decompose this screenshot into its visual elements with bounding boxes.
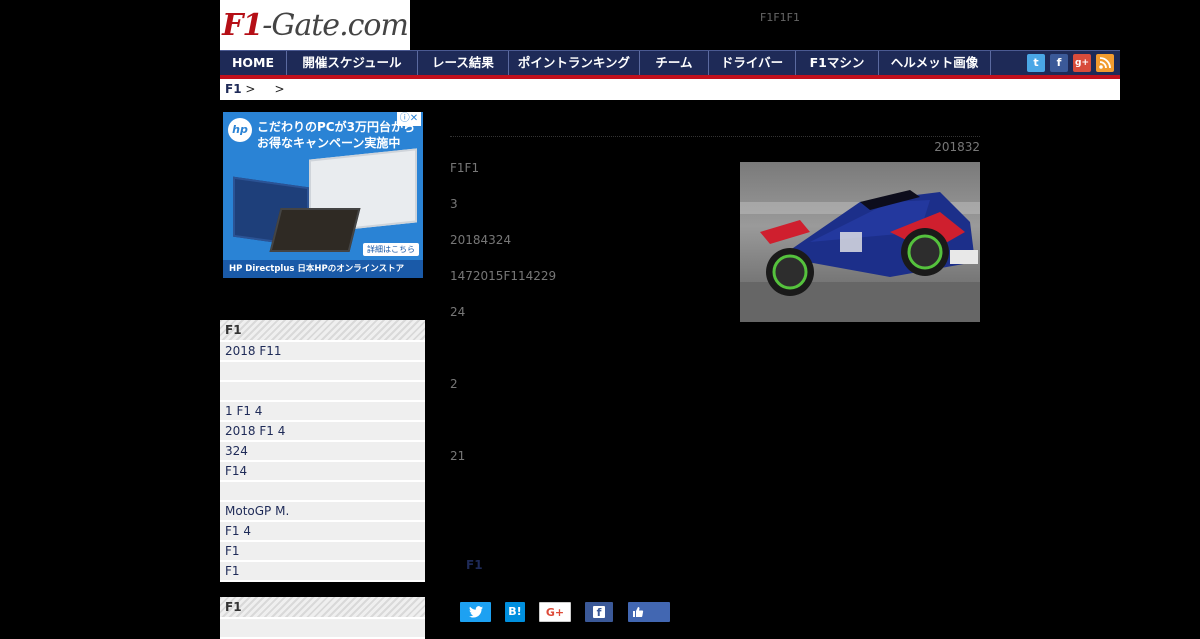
page-wrapper: F1-Gate.com F1F1F1 HOME 開催スケジュール レース結果 ポ…: [220, 0, 1120, 639]
share-facebook-button[interactable]: f: [585, 602, 613, 622]
sidebar-link[interactable]: 2018 F11: [220, 342, 425, 362]
nav-team[interactable]: チーム: [640, 51, 709, 75]
breadcrumb-sep: >: [274, 82, 285, 96]
ad-subline: お得なキャンペーン実施中: [257, 136, 401, 150]
nav-schedule[interactable]: 開催スケジュール: [287, 51, 418, 75]
sidebar-link[interactable]: MotoGP M.: [220, 502, 425, 522]
article-date: 201832: [934, 140, 980, 154]
facebook-like-button[interactable]: [628, 602, 670, 622]
sidebar-link[interactable]: 1 F1 4: [220, 402, 425, 422]
site-tagline: F1F1F1: [760, 11, 800, 24]
article-paragraph: F1F1: [450, 161, 480, 175]
article-paragraph: 2: [450, 377, 458, 391]
rss-icon[interactable]: [1096, 54, 1114, 72]
twitter-icon[interactable]: t: [1027, 54, 1045, 72]
facebook-icon[interactable]: f: [1050, 54, 1068, 72]
sidebar-link[interactable]: [220, 382, 425, 402]
article-paragraph: 20184324: [450, 233, 512, 247]
nav-results[interactable]: レース結果: [418, 51, 509, 75]
breadcrumb: F1 > >: [220, 79, 1120, 100]
sidebar-link[interactable]: 324: [220, 442, 425, 462]
divider: [450, 136, 980, 137]
breadcrumb-root[interactable]: F1: [225, 82, 242, 96]
nav-helmet[interactable]: ヘルメット画像: [879, 51, 991, 75]
sidebar-link[interactable]: 2018 F1 4: [220, 422, 425, 442]
sidebar-box: F1 2018 F11 1 F1 4 2018 F1 4 324 F14 Mot…: [220, 320, 425, 582]
article-paragraph: 21: [450, 449, 466, 463]
ad-detail-button[interactable]: 詳細はこちら: [363, 243, 419, 256]
logo-f1: F1: [222, 7, 263, 43]
google-plus-icon[interactable]: g+: [1073, 54, 1091, 72]
logo-gate: -Gate.com: [262, 7, 409, 43]
sidebar-link[interactable]: F1 4: [220, 522, 425, 542]
share-googleplus-button[interactable]: G+: [539, 602, 571, 622]
sidebar-link[interactable]: F1: [220, 562, 425, 582]
breadcrumb-sep: >: [241, 82, 256, 96]
nav-machine[interactable]: F1マシン: [796, 51, 879, 75]
facebook-icon: f: [593, 606, 605, 619]
social-icons: t f g+: [1027, 51, 1120, 75]
nav-ranking[interactable]: ポイントランキング: [509, 51, 640, 75]
ad-headline: こだわりのPCが3万円台から: [257, 120, 415, 134]
f1-car-photo: [740, 162, 980, 322]
sidebar-link[interactable]: F1: [220, 542, 425, 562]
ad-close-icon[interactable]: ⓘ✕: [397, 112, 421, 126]
article-paragraph: 24: [450, 305, 466, 319]
site-logo[interactable]: F1-Gate.com: [220, 0, 410, 50]
share-hatena-button[interactable]: B!: [505, 602, 525, 622]
sidebar-link[interactable]: F14: [220, 462, 425, 482]
sidebar-link[interactable]: [220, 362, 425, 382]
main-nav: HOME 開催スケジュール レース結果 ポイントランキング チーム ドライバー …: [220, 50, 1120, 79]
sidebar-box-title: F1: [220, 597, 425, 619]
category-link[interactable]: F1: [466, 558, 483, 572]
article-paragraph: 1472015F114229: [450, 269, 557, 283]
thumbs-up-icon: [633, 607, 644, 617]
sidebar-link[interactable]: [220, 482, 425, 502]
laptop-image: [269, 208, 361, 252]
sidebar-box: F1: [220, 597, 425, 639]
article-paragraph: 3: [450, 197, 458, 211]
ad-banner[interactable]: hp こだわりのPCが3万円台から お得なキャンペーン実施中 ⓘ✕ 詳細はこちら…: [223, 112, 423, 278]
sidebar-link[interactable]: [220, 619, 425, 639]
share-twitter-button[interactable]: [460, 602, 491, 622]
nav-home[interactable]: HOME: [220, 51, 287, 75]
sidebar-box-title: F1: [220, 320, 425, 342]
ad-footer: HP Directplus 日本HPのオンラインストア: [223, 260, 423, 278]
nav-driver[interactable]: ドライバー: [709, 51, 796, 75]
hp-logo: hp: [228, 118, 252, 142]
